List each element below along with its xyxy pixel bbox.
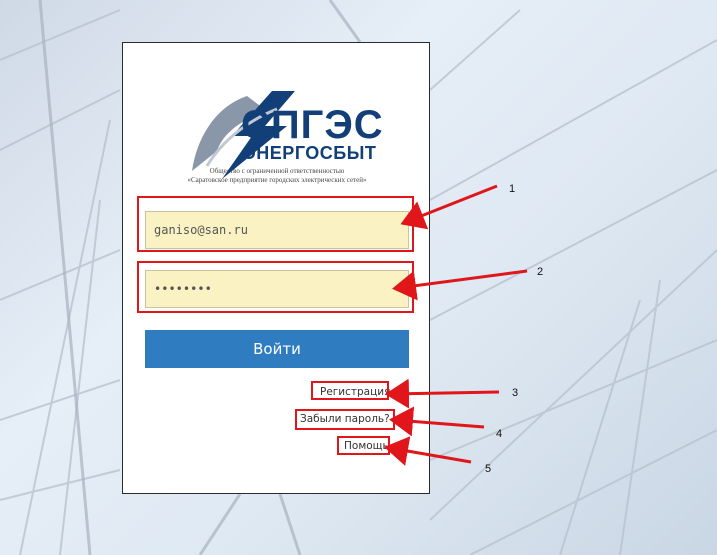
annotation-number-4: 4 xyxy=(496,428,503,440)
annotation-number-5: 5 xyxy=(485,463,492,475)
highlight-box-5 xyxy=(337,436,390,455)
annotation-number-3: 3 xyxy=(512,387,519,399)
brand-name: СПГЭС xyxy=(241,103,384,147)
highlight-box-1 xyxy=(137,196,414,252)
annotation-number-1: 1 xyxy=(509,183,516,195)
brand-caption-line2: «Саратовское предприятие городских элект… xyxy=(187,176,367,184)
brand-caption: Общество с ограниченной ответственностью… xyxy=(123,167,431,185)
annotation-number-2: 2 xyxy=(537,266,544,278)
login-button[interactable]: Войти xyxy=(145,330,409,368)
brand-subtitle: ЭНЕРГОСБЫТ xyxy=(243,143,377,163)
highlight-box-3 xyxy=(311,381,389,400)
brand-caption-line1: Общество с ограниченной ответственностью xyxy=(209,167,345,175)
highlight-box-4 xyxy=(295,409,395,430)
highlight-box-2 xyxy=(137,261,414,313)
